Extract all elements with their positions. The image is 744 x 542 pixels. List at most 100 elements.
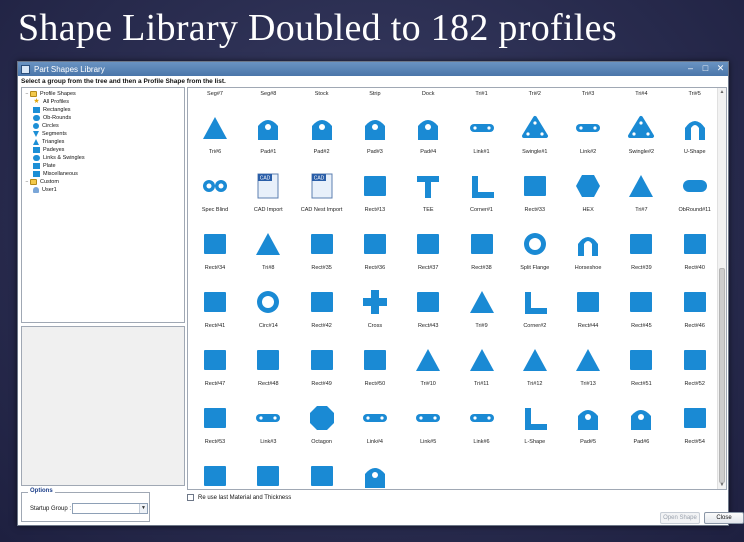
shape-tile[interactable]: Pad#4 (401, 108, 455, 168)
shape-tile[interactable]: TEE (401, 166, 455, 226)
shape-tile[interactable]: Tri#3 (561, 88, 615, 110)
shape-tile[interactable]: Pad#1 (241, 108, 295, 168)
shape-tile[interactable]: CAD CAD Nest Import (295, 166, 349, 226)
shape-tile[interactable]: Link#5 (401, 398, 455, 458)
tree-item[interactable]: − Profile Shapes (24, 90, 182, 98)
shape-tile[interactable]: ObRound#11 (668, 166, 722, 226)
shape-tile[interactable]: Pad#5 (561, 398, 615, 458)
shape-tile[interactable]: Rect#42 (295, 282, 349, 342)
shape-tile[interactable]: Tri#11 (455, 340, 509, 400)
shape-tile[interactable]: Rect#44 (561, 282, 615, 342)
shape-tile[interactable]: Dock (401, 88, 455, 110)
shape-tile[interactable]: CAD CAD Import (241, 166, 295, 226)
shape-tile[interactable]: Cross (348, 282, 402, 342)
tree-item[interactable]: Circles (24, 122, 182, 130)
shape-tile[interactable]: Swingle#2 (614, 108, 668, 168)
shape-tile[interactable]: Tri#5 (668, 88, 722, 110)
shape-tile[interactable]: Pad#2 (295, 108, 349, 168)
shape-tile[interactable]: Seg#7 (188, 88, 242, 110)
shape-tile[interactable]: Split Flange (508, 224, 562, 284)
shape-tile[interactable]: Tri#4 (614, 88, 668, 110)
shape-tile[interactable]: U-Shape (668, 108, 722, 168)
shape-tile[interactable]: Rect#49 (295, 340, 349, 400)
shape-tile[interactable]: Tri#8 (241, 224, 295, 284)
shape-tile[interactable]: Rect#43 (401, 282, 455, 342)
shape-tile[interactable]: Rect#45 (614, 282, 668, 342)
shape-tile[interactable]: Rect#50 (348, 340, 402, 400)
shape-tile[interactable]: Rect#38 (455, 224, 509, 284)
shape-tile[interactable]: Seg#8 (241, 88, 295, 110)
shape-tile[interactable]: Link#2 (561, 108, 615, 168)
tree-item[interactable]: User1 (24, 186, 182, 194)
maximize-icon[interactable]: □ (701, 63, 710, 74)
reuse-material-row[interactable]: Re use last Material and Thickness (187, 494, 291, 501)
shape-tile[interactable]: Tri#2 (508, 88, 562, 110)
tree-item[interactable]: Rectangles (24, 106, 182, 114)
shape-tile[interactable]: Rect#13 (348, 166, 402, 226)
scroll-up-icon[interactable]: ▲ (718, 88, 726, 96)
tree-item[interactable]: Triangles (24, 138, 182, 146)
shape-tile[interactable]: Tri#1 (455, 88, 509, 110)
shape-tile[interactable]: Tri#10 (401, 340, 455, 400)
shape-tile[interactable]: Tri#6 (188, 108, 242, 168)
scroll-down-icon[interactable]: ▼ (718, 481, 726, 489)
shape-tile[interactable]: Strip (348, 88, 402, 110)
shape-tile[interactable]: Tri#12 (508, 340, 562, 400)
chevron-down-icon[interactable]: ▼ (139, 504, 147, 513)
shape-tile[interactable]: Stock (295, 88, 349, 110)
shape-tile[interactable]: Rect#41 (188, 282, 242, 342)
shape-tile[interactable]: Rect#35 (295, 224, 349, 284)
close-icon[interactable]: ✕ (716, 63, 725, 74)
shape-tile[interactable]: Link#6 (455, 398, 509, 458)
shape-tile[interactable]: Link#4 (348, 398, 402, 458)
shape-tile[interactable]: Rect#34 (188, 224, 242, 284)
grid-scrollbar[interactable]: ▲ ▼ (717, 88, 726, 489)
shape-tile[interactable]: Rect#47 (188, 340, 242, 400)
shape-tile[interactable]: Link#1 (455, 108, 509, 168)
shape-tile[interactable]: Horseshoe (561, 224, 615, 284)
shape-tile[interactable]: Rect#51 (614, 340, 668, 400)
reuse-material-checkbox[interactable] (187, 494, 194, 501)
shape-tile[interactable]: Rect#53 (188, 398, 242, 458)
shape-tile[interactable]: Pad#8 (348, 456, 402, 489)
shape-tile[interactable]: Spec Blind (188, 166, 242, 226)
shape-tile[interactable]: Rect#37 (401, 224, 455, 284)
shape-tile[interactable]: L-Shape (508, 398, 562, 458)
tree-item[interactable]: ★ All Profiles (24, 98, 182, 106)
shape-tile[interactable]: Rect#46 (668, 282, 722, 342)
shape-tile[interactable]: Rect#39 (614, 224, 668, 284)
shape-tile[interactable]: Rect#55 (188, 456, 242, 489)
shape-tile[interactable]: Rect#52 (668, 340, 722, 400)
shape-tile[interactable]: Rect#40 (668, 224, 722, 284)
tree-item[interactable]: Segments (24, 130, 182, 138)
scroll-thumb[interactable] (719, 268, 725, 483)
open-shape-button[interactable]: Open Shape (660, 512, 700, 524)
shape-tile[interactable]: Rect#56 (241, 456, 295, 489)
shape-tile[interactable]: Rect#57 (295, 456, 349, 489)
shape-tile[interactable]: Tri#7 (614, 166, 668, 226)
shape-tile[interactable]: Rect#54 (668, 398, 722, 458)
shape-tile[interactable]: Circ#14 (241, 282, 295, 342)
tree-item[interactable]: Ob-Rounds (24, 114, 182, 122)
shape-tile[interactable]: Pad#6 (614, 398, 668, 458)
shape-tile[interactable]: Rect#33 (508, 166, 562, 226)
tree-item[interactable]: Links & Swingles (24, 154, 182, 162)
shape-tile[interactable]: Corner#2 (508, 282, 562, 342)
shape-tile[interactable]: HEX (561, 166, 615, 226)
shape-tile[interactable]: Tri#13 (561, 340, 615, 400)
shape-tile[interactable]: Tri#9 (455, 282, 509, 342)
shape-tile[interactable]: Corner#1 (455, 166, 509, 226)
shape-tile[interactable]: Link#3 (241, 398, 295, 458)
shape-tile[interactable]: Pad#3 (348, 108, 402, 168)
startup-group-select[interactable]: ▼ (72, 503, 148, 514)
shape-tile[interactable]: Rect#36 (348, 224, 402, 284)
minimize-icon[interactable]: – (686, 63, 695, 74)
shape-tile[interactable]: Rect#48 (241, 340, 295, 400)
shape-tile[interactable]: Swingle#1 (508, 108, 562, 168)
tree-item[interactable]: − Custom (24, 178, 182, 186)
tree-item[interactable]: Plate (24, 162, 182, 170)
close-button[interactable]: Close (704, 512, 744, 524)
tree-item[interactable]: Padeyes (24, 146, 182, 154)
shape-tile[interactable]: Octagon (295, 398, 349, 458)
tree-item[interactable]: Miscellaneous (24, 170, 182, 178)
